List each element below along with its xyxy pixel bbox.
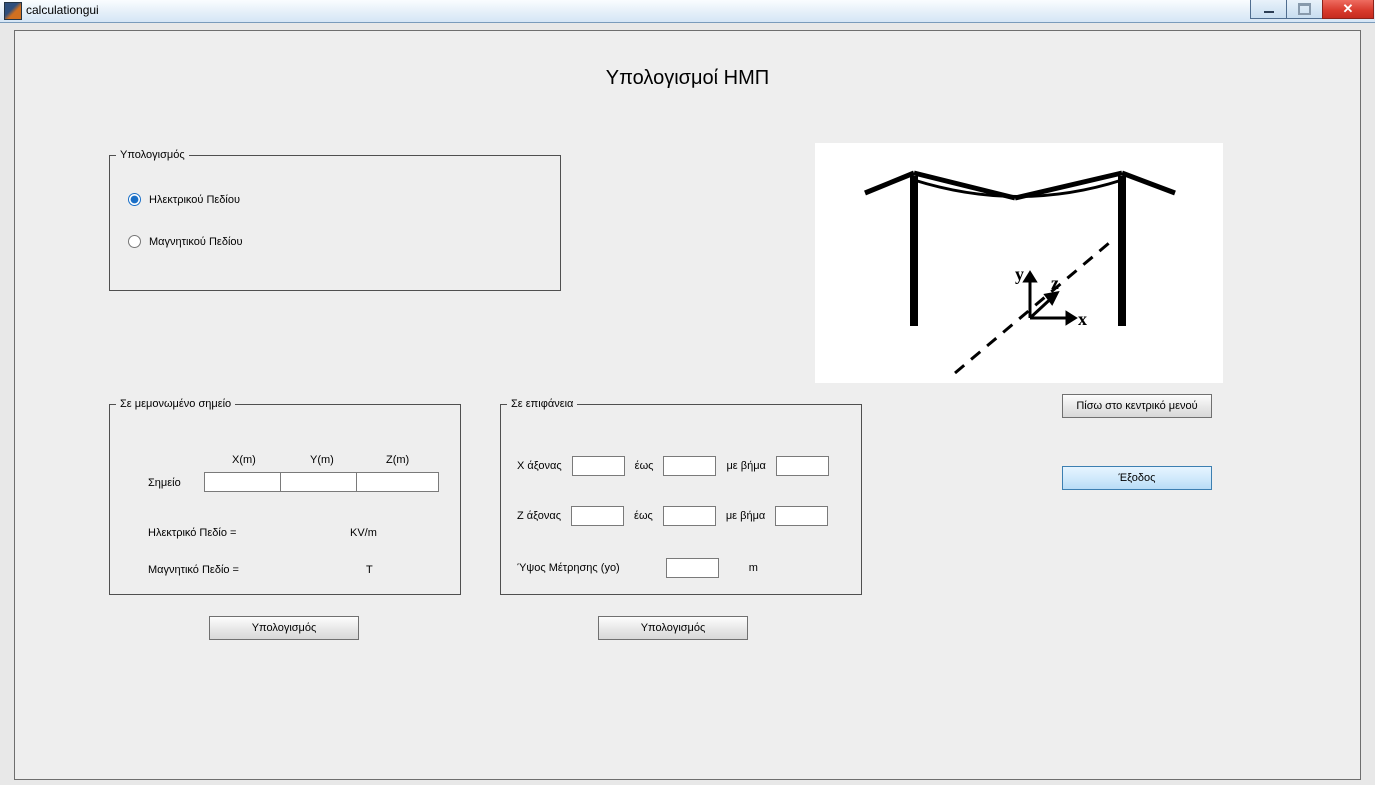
label-magnetic-field: Μαγνητικό Πεδίο = — [148, 564, 239, 576]
radio-electric-label: Ηλεκτρικού Πεδίου — [149, 194, 240, 206]
result-magnetic-row: Μαγνητικό Πεδίο = T — [148, 564, 239, 576]
unit-y0: m — [749, 562, 758, 574]
result-electric-row: Ηλεκτρικό Πεδίο = KV/m — [148, 527, 236, 539]
close-button[interactable]: ✕ — [1322, 0, 1374, 19]
axis-label-x: x — [1078, 309, 1087, 329]
label-x-step: με βήμα — [726, 460, 765, 472]
surface-y0-row: Ύψος Μέτρησης (yo) m — [517, 558, 758, 578]
radio-magnetic-label: Μαγνητικού Πεδίου — [149, 236, 243, 248]
figure-canvas: Υπολογισμοί ΗΜΠ Υπολογισμός Ηλεκτρικού Π… — [14, 30, 1361, 780]
input-x-step[interactable] — [776, 456, 829, 476]
calculation-type-legend: Υπολογισμός — [116, 149, 189, 161]
calculate-surface-button[interactable]: Υπολογισμός — [598, 616, 748, 640]
axis-label-z: z — [1051, 273, 1059, 293]
surface-legend: Σε επιφάνεια — [507, 398, 577, 410]
label-point: Σημείο — [148, 477, 181, 489]
exit-button[interactable]: Έξοδος — [1062, 466, 1212, 490]
minimize-button[interactable] — [1250, 0, 1287, 19]
input-z-step[interactable] — [775, 506, 828, 526]
calculate-point-button[interactable]: Υπολογισμός — [209, 616, 359, 640]
header-z: Z(m) — [386, 454, 409, 466]
input-x-to[interactable] — [663, 456, 716, 476]
single-point-group: Σε μεμονωμένο σημείο X(m) Y(m) Z(m) Σημε… — [109, 398, 461, 595]
page-title: Υπολογισμοί ΗΜΠ — [15, 67, 1360, 90]
window-titlebar: calculationgui ✕ — [0, 0, 1375, 23]
input-point-x[interactable] — [204, 472, 287, 492]
label-z-step: με βήμα — [726, 510, 765, 522]
calculation-type-group: Υπολογισμός Ηλεκτρικού Πεδίου Μαγνητικού… — [109, 149, 561, 291]
label-x-axis: Χ άξονας — [517, 460, 562, 472]
unit-electric-field: KV/m — [350, 527, 377, 539]
radio-magnetic-input[interactable] — [128, 235, 141, 248]
input-z-from[interactable] — [571, 506, 624, 526]
app-icon — [4, 2, 22, 20]
radio-magnetic-field[interactable]: Μαγνητικού Πεδίου — [128, 235, 243, 248]
header-y: Y(m) — [310, 454, 334, 466]
radio-electric-field[interactable]: Ηλεκτρικού Πεδίου — [128, 193, 240, 206]
label-y0: Ύψος Μέτρησης (yo) — [517, 562, 620, 574]
window-title: calculationgui — [26, 3, 99, 17]
single-point-legend: Σε μεμονωμένο σημείο — [116, 398, 235, 410]
label-x-to: έως — [635, 460, 654, 472]
input-point-z[interactable] — [356, 472, 439, 492]
label-z-to: έως — [634, 510, 653, 522]
input-y0[interactable] — [666, 558, 719, 578]
header-x: X(m) — [232, 454, 256, 466]
transmission-line-diagram: x y z — [815, 143, 1223, 383]
maximize-button[interactable] — [1287, 0, 1322, 19]
surface-x-row: Χ άξονας έως με βήμα — [517, 456, 829, 476]
radio-electric-input[interactable] — [128, 193, 141, 206]
surface-group: Σε επιφάνεια Χ άξονας έως με βήμα Ζ άξον… — [500, 398, 862, 595]
input-x-from[interactable] — [572, 456, 625, 476]
unit-magnetic-field: T — [366, 564, 373, 576]
input-point-y[interactable] — [280, 472, 363, 492]
axis-label-y: y — [1015, 264, 1024, 284]
label-electric-field: Ηλεκτρικό Πεδίο = — [148, 527, 236, 539]
input-z-to[interactable] — [663, 506, 716, 526]
back-to-main-menu-button[interactable]: Πίσω στο κεντρικό μενού — [1062, 394, 1212, 418]
surface-z-row: Ζ άξονας έως με βήμα — [517, 506, 828, 526]
label-z-axis: Ζ άξονας — [517, 510, 561, 522]
